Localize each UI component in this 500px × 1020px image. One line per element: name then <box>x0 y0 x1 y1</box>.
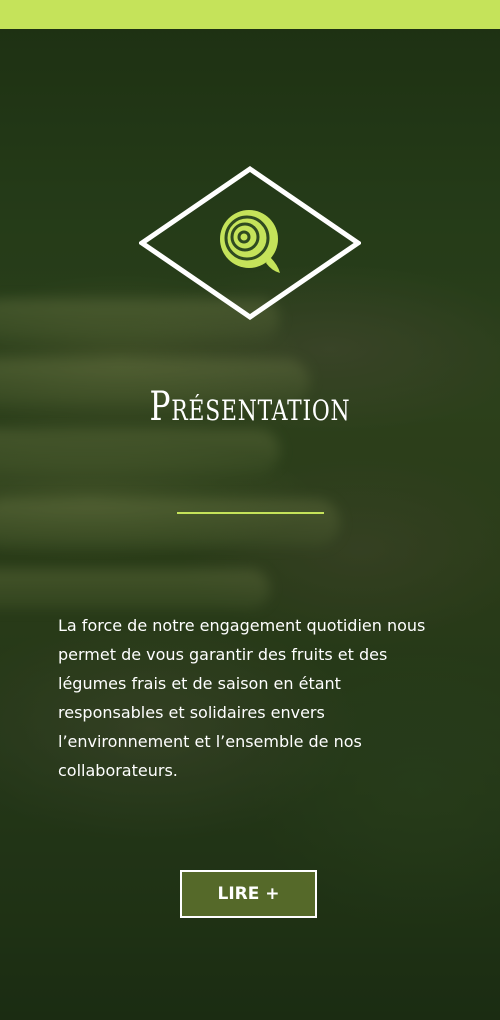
section-description: La force de notre engagement quotidien n… <box>58 616 426 780</box>
title-divider <box>177 512 324 514</box>
hero-content: Présentation La force de notre engagemen… <box>0 29 500 1020</box>
section-title: Présentation <box>149 384 351 430</box>
top-accent-bar <box>0 0 500 29</box>
onion-icon <box>139 166 361 320</box>
read-more-button[interactable]: LIRE + <box>180 870 317 918</box>
hero-background: Présentation La force de notre engagemen… <box>0 29 500 1020</box>
